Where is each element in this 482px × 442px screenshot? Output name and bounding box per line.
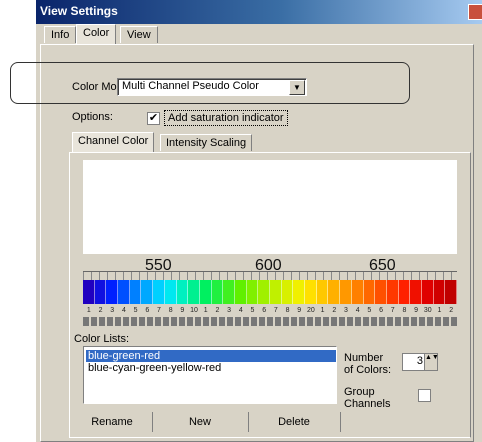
channel-number: 1 xyxy=(86,307,91,314)
channel-color-swatch[interactable] xyxy=(386,280,399,304)
spectrum-plot-area xyxy=(83,160,457,254)
channel-color-swatch[interactable] xyxy=(129,280,142,304)
channel-number: 4 xyxy=(355,307,360,314)
spinner-arrows-icon[interactable]: ▲▼ xyxy=(424,354,439,370)
channel-color-swatch[interactable] xyxy=(410,280,422,304)
channel-number: 9 xyxy=(297,307,302,314)
channel-color-swatch[interactable] xyxy=(223,280,235,304)
channel-number: 20 xyxy=(307,307,315,314)
channel-number: 7 xyxy=(390,307,395,314)
number-of-colors-spinner[interactable]: 3 ▲▼ xyxy=(402,353,439,371)
channel-color-swatch[interactable] xyxy=(270,280,282,304)
options-label: Options: xyxy=(72,111,113,123)
channel-color-swatch[interactable] xyxy=(199,280,212,304)
channel-color-swatch[interactable] xyxy=(188,280,200,304)
tab-info[interactable]: Info xyxy=(44,26,77,43)
channel-color-swatch[interactable] xyxy=(106,280,119,304)
channel-color-swatch[interactable] xyxy=(398,280,411,304)
channel-number: 6 xyxy=(145,307,150,314)
channel-color-swatch[interactable] xyxy=(316,280,329,304)
channel-color-swatch[interactable] xyxy=(164,280,177,304)
axis-ruler xyxy=(83,271,457,280)
color-lists-listbox[interactable]: blue-green-red blue-cyan-green-yellow-re… xyxy=(83,346,337,404)
channel-number: 30 xyxy=(423,307,432,314)
color-mode-select[interactable]: Multi Channel Pseudo Color ▼ xyxy=(117,78,307,96)
group-channels-checkbox[interactable] xyxy=(418,389,431,402)
channel-color-swatch[interactable] xyxy=(258,280,270,304)
channel-color-swatch[interactable] xyxy=(118,280,130,304)
channel-number: 8 xyxy=(168,307,173,314)
channel-selectors[interactable] xyxy=(83,317,457,326)
channel-color-swatch[interactable] xyxy=(328,280,341,304)
channel-color-swatch[interactable] xyxy=(281,280,294,304)
channel-color-swatch[interactable] xyxy=(234,280,247,304)
close-icon[interactable] xyxy=(468,4,482,20)
channel-color-swatch[interactable] xyxy=(340,280,352,304)
channel-color-swatch[interactable] xyxy=(246,280,259,304)
number-of-colors-label-1: Number xyxy=(344,352,384,364)
channel-color-swatch[interactable] xyxy=(433,280,446,304)
channel-color-swatch[interactable] xyxy=(153,280,165,304)
color-lists-label: Color Lists: xyxy=(74,333,130,345)
channel-numbers: 1 2 3 4 5 6 7 8 9 10 1 2 3 4 5 6 7 8 9 20 1 2 3 4 5 6 7 8 9 30 1 2 xyxy=(83,306,457,316)
group-channels-label-2: Channels xyxy=(344,398,391,410)
channel-number: 1 xyxy=(437,307,442,314)
channel-number: 2 xyxy=(449,307,454,314)
channel-number: 9 xyxy=(414,307,419,314)
channel-color-swatch[interactable] xyxy=(141,280,154,304)
channel-color-swatch[interactable] xyxy=(445,280,457,304)
channel-number: 7 xyxy=(273,307,278,314)
tab-color[interactable]: Color xyxy=(76,24,117,44)
group-channels-label-1: Group xyxy=(344,386,375,398)
channel-color-swatch[interactable] xyxy=(305,280,317,304)
saturation-checkbox-label[interactable]: Add saturation indicator xyxy=(164,110,288,126)
tab-view[interactable]: View xyxy=(120,26,158,43)
title-bar[interactable]: View Settings xyxy=(36,0,482,24)
saturation-checkbox[interactable]: ✔ xyxy=(147,112,160,125)
rename-button[interactable]: Rename xyxy=(72,412,153,432)
channel-color-swatch[interactable] xyxy=(363,280,376,304)
tab-channel-color[interactable]: Channel Color xyxy=(72,132,155,152)
channel-color-swatch[interactable] xyxy=(421,280,434,304)
channel-color-swatch[interactable] xyxy=(293,280,306,304)
channel-color-bar[interactable] xyxy=(83,280,457,304)
channel-number: 9 xyxy=(180,307,185,314)
channel-number: 2 xyxy=(332,307,337,314)
channel-number: 10 xyxy=(190,307,198,314)
channel-number: 1 xyxy=(203,307,208,314)
tab-intensity-scaling[interactable]: Intensity Scaling xyxy=(160,134,253,151)
channel-number: 3 xyxy=(344,307,348,314)
channel-number: 5 xyxy=(367,307,372,314)
channel-number: 5 xyxy=(133,307,138,314)
channel-number: 1 xyxy=(320,307,325,314)
channel-number: 4 xyxy=(238,307,243,314)
channel-color-swatch[interactable] xyxy=(375,280,387,304)
chevron-down-icon[interactable]: ▼ xyxy=(289,80,305,95)
channel-number: 5 xyxy=(250,307,255,314)
number-of-colors-value: 3 xyxy=(416,355,423,367)
channel-number: 6 xyxy=(379,307,383,314)
channel-color-swatch[interactable] xyxy=(211,280,224,304)
wavelength-axis: 550 600 650 xyxy=(83,254,457,274)
channel-number: 3 xyxy=(227,307,232,314)
window-title: View Settings xyxy=(40,4,118,18)
channel-number: 7 xyxy=(157,307,161,314)
channel-color-swatch[interactable] xyxy=(351,280,364,304)
channel-number: 4 xyxy=(121,307,126,314)
channel-number: 3 xyxy=(110,307,115,314)
list-item[interactable]: blue-cyan-green-yellow-red xyxy=(86,362,336,374)
number-of-colors-label-2: of Colors: xyxy=(344,364,392,376)
list-item[interactable]: blue-green-red xyxy=(86,350,336,362)
channel-number: 2 xyxy=(98,307,103,314)
channel-number: 8 xyxy=(402,307,407,314)
channel-color-swatch[interactable] xyxy=(176,280,189,304)
channel-number: 8 xyxy=(285,307,290,314)
new-button[interactable]: New xyxy=(152,412,249,432)
channel-color-swatch[interactable] xyxy=(83,280,95,304)
channel-number: 2 xyxy=(215,307,220,314)
channel-color-swatch[interactable] xyxy=(94,280,107,304)
delete-button[interactable]: Delete xyxy=(248,412,341,432)
channel-number: 6 xyxy=(262,307,267,314)
color-mode-value: Multi Channel Pseudo Color xyxy=(122,80,259,92)
